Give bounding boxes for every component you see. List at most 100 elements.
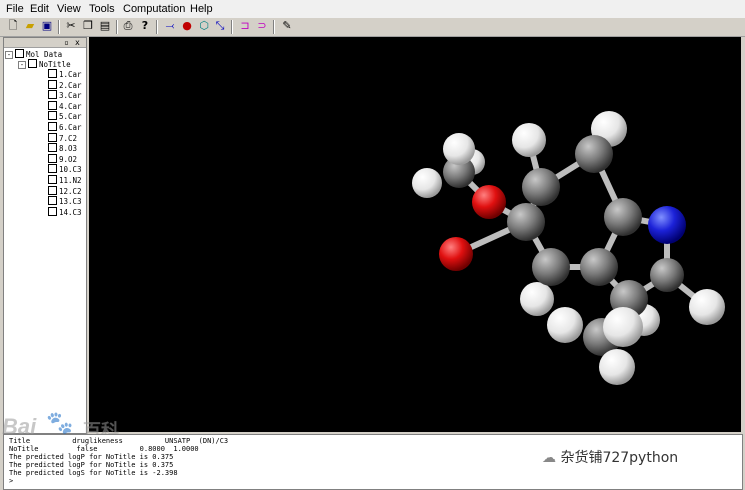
checkbox[interactable] bbox=[48, 153, 57, 163]
tree-atom-label: 11.N2 bbox=[59, 176, 82, 185]
tree-atom-item[interactable]: 2.Car bbox=[48, 79, 82, 90]
checkbox[interactable] bbox=[15, 49, 24, 58]
query-icon[interactable]: ⊃ bbox=[255, 19, 269, 33]
wechat-handle: 杂货铺727python bbox=[560, 450, 679, 466]
paste-icon[interactable]: ▤ bbox=[98, 19, 112, 33]
tree-atom-label: 7.C2 bbox=[59, 133, 78, 143]
checkbox[interactable] bbox=[48, 164, 57, 174]
tree-atom-item[interactable]: 10.C3 bbox=[48, 164, 82, 174]
tree-atom-label: 8.O3 bbox=[59, 144, 78, 154]
tree-atom-item[interactable]: 7.C2 bbox=[48, 132, 78, 143]
hydrogen-atom[interactable] bbox=[520, 282, 554, 316]
tree-panel-header: ▫ x bbox=[4, 38, 86, 48]
tree-atom-item[interactable]: 4.Car bbox=[48, 100, 82, 111]
carbon-atom[interactable] bbox=[580, 248, 618, 286]
tree-atom-item[interactable]: 14.C3 bbox=[48, 206, 82, 217]
tree-atom-label: 14.C3 bbox=[59, 207, 82, 217]
menu-computation[interactable]: Computation bbox=[123, 3, 185, 15]
collapse-icon[interactable]: - bbox=[18, 61, 26, 69]
hydrogen-atom[interactable] bbox=[443, 133, 475, 165]
tree-atom-label: 5.Car bbox=[59, 112, 82, 122]
hydrogen-atom[interactable] bbox=[603, 307, 643, 347]
checkbox[interactable] bbox=[48, 132, 57, 142]
menu-bar: File Edit View Tools Computation Help bbox=[0, 0, 745, 18]
output-line: Title druglikeness UNSATP (DN)/C3 bbox=[9, 437, 229, 445]
tree-atom-item[interactable]: 13.C3 bbox=[48, 196, 82, 206]
checkbox[interactable] bbox=[48, 143, 57, 153]
carbon-atom[interactable] bbox=[650, 258, 684, 292]
tree-molecule-label: NoTitle bbox=[39, 60, 71, 69]
oxygen-atom[interactable] bbox=[439, 237, 473, 271]
tree-atom-label: 3.Car bbox=[59, 91, 82, 101]
pin-icon[interactable]: ▫ bbox=[64, 38, 69, 47]
tree-root[interactable]: - Mol Data bbox=[5, 49, 62, 59]
molecule-render bbox=[412, 111, 725, 385]
hydrogen-atom[interactable] bbox=[599, 349, 635, 385]
rotate-tool-icon[interactable]: ⤡ bbox=[213, 19, 227, 33]
molecule-tree-panel[interactable]: ▫ x - Mol Data - NoTitle 1.Car 2.Car 3.Car 4.… bbox=[3, 37, 87, 434]
checkbox[interactable] bbox=[48, 79, 57, 89]
oxygen-atom[interactable] bbox=[472, 185, 506, 219]
hydrogen-atom[interactable] bbox=[412, 168, 442, 198]
checkbox[interactable] bbox=[48, 196, 57, 206]
atoms bbox=[412, 111, 725, 385]
menu-tools[interactable]: Tools bbox=[89, 3, 115, 15]
bond-tool-icon[interactable]: ⤙ bbox=[163, 19, 177, 33]
tree-atom-label: 6.Car bbox=[59, 123, 82, 132]
cut-icon[interactable]: ✂ bbox=[64, 19, 78, 33]
tree-atom-label: 10.C3 bbox=[59, 165, 82, 175]
carbon-atom[interactable] bbox=[575, 135, 613, 173]
tree-atom-item[interactable]: 5.Car bbox=[48, 111, 82, 121]
carbon-atom[interactable] bbox=[522, 168, 560, 206]
tree-atom-label: 1.Car bbox=[59, 70, 82, 79]
tree-atom-label: 12.C2 bbox=[59, 186, 82, 196]
checkbox[interactable] bbox=[48, 206, 57, 216]
tree-atom-item[interactable]: 9.O2 bbox=[48, 153, 78, 164]
checkbox[interactable] bbox=[48, 111, 57, 121]
tree-atom-item[interactable]: 3.Car bbox=[48, 90, 82, 100]
menu-view[interactable]: View bbox=[57, 3, 81, 15]
tree-atom-item[interactable]: 11.N2 bbox=[48, 175, 82, 185]
close-icon[interactable]: x bbox=[75, 38, 80, 47]
output-line: The predicted logP for NoTitle is 0.375 bbox=[9, 453, 174, 461]
checkbox[interactable] bbox=[48, 122, 57, 131]
menu-help[interactable]: Help bbox=[190, 3, 213, 15]
tree-atom-item[interactable]: 6.Car bbox=[48, 122, 82, 132]
collapse-icon[interactable]: - bbox=[5, 51, 13, 59]
paw-icon: 🐾 bbox=[46, 410, 74, 435]
checkbox[interactable] bbox=[48, 185, 57, 195]
tree-atom-item[interactable]: 12.C2 bbox=[48, 185, 82, 196]
nitrogen-atom[interactable] bbox=[648, 206, 686, 244]
checkbox[interactable] bbox=[48, 90, 57, 100]
print-icon[interactable]: ⎙ bbox=[121, 19, 135, 33]
carbon-atom[interactable] bbox=[604, 198, 642, 236]
new-file-icon[interactable]: 🗋 bbox=[6, 19, 20, 33]
hydrogen-atom[interactable] bbox=[689, 289, 725, 325]
checkbox[interactable] bbox=[48, 175, 57, 184]
pencil-icon[interactable]: ✎ bbox=[280, 19, 294, 33]
save-icon[interactable]: ▣ bbox=[40, 19, 54, 33]
tree-atom-label: 9.O2 bbox=[59, 154, 78, 164]
carbon-atom[interactable] bbox=[507, 203, 545, 241]
tree-atom-item[interactable]: 1.Car bbox=[48, 69, 82, 79]
molecule-3d-viewer[interactable] bbox=[89, 37, 741, 432]
open-folder-icon[interactable]: ▰ bbox=[23, 19, 37, 33]
hydrogen-atom[interactable] bbox=[512, 123, 546, 157]
checkbox[interactable] bbox=[28, 59, 37, 68]
output-line: The predicted logP for NoTitle is 0.375 bbox=[9, 461, 174, 469]
hydrogen-atom[interactable] bbox=[547, 307, 583, 343]
tree-molecule[interactable]: - NoTitle bbox=[18, 59, 71, 69]
checkbox[interactable] bbox=[48, 100, 57, 110]
ring-tool-icon[interactable]: ⬡ bbox=[197, 19, 211, 33]
checkbox[interactable] bbox=[48, 69, 57, 78]
carbon-atom[interactable] bbox=[532, 248, 570, 286]
fragment-icon[interactable]: ⊐ bbox=[238, 19, 252, 33]
tree-atom-item[interactable]: 8.O3 bbox=[48, 143, 77, 153]
menu-edit[interactable]: Edit bbox=[30, 3, 49, 15]
menu-file[interactable]: File bbox=[6, 3, 24, 15]
help-icon[interactable]: ? bbox=[138, 19, 152, 33]
tree-atom-label: 2.Car bbox=[59, 80, 82, 90]
copy-icon[interactable]: ❐ bbox=[81, 19, 95, 33]
atom-tool-icon[interactable]: ● bbox=[180, 19, 194, 33]
tree-root-label: Mol Data bbox=[26, 50, 63, 59]
